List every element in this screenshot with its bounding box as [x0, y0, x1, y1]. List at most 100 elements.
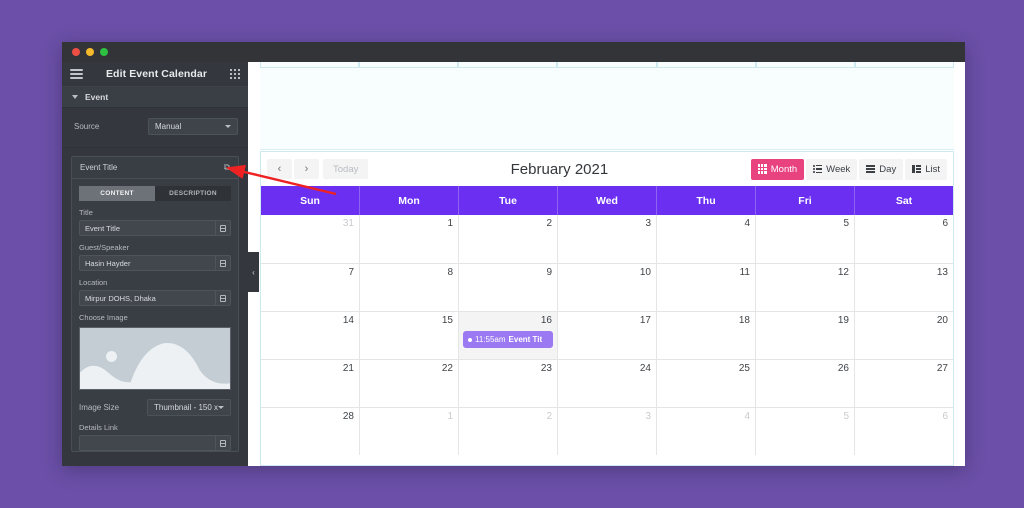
day-number: 23 [540, 363, 552, 374]
calendar-nav-group: ‹ › [267, 159, 319, 179]
editor-column [854, 62, 954, 68]
panel-collapse-handle[interactable]: ‹ [248, 252, 259, 292]
calendar-day-cell[interactable]: 28 [261, 408, 359, 455]
day-number: 27 [936, 363, 948, 374]
view-button-day[interactable]: Day [859, 158, 904, 180]
calendar-grid: 31 1 2 3 4 5 6 7 8 9 10 11 12 13 14 15 16 11:55am Event Ti… [261, 215, 953, 455]
calendar-day-cell[interactable]: 6 [854, 215, 953, 263]
maximize-icon[interactable] [100, 48, 108, 56]
guest-dynamic-tag-button[interactable] [215, 255, 231, 271]
calendar-day-cell[interactable]: 25 [656, 360, 755, 407]
calendar-day-cell[interactable]: 9 [458, 264, 557, 311]
image-size-value: Thumbnail - 150 x [154, 403, 219, 412]
editor-canvas: ‹ ‹ › Today February 2021 Month Week Day… [248, 62, 965, 466]
minimize-icon[interactable] [86, 48, 94, 56]
calendar-day-cell[interactable]: 14 [261, 312, 359, 359]
calendar-day-cell[interactable]: 6 [854, 408, 953, 455]
view-button-month[interactable]: Month [750, 158, 805, 180]
location-dynamic-tag-button[interactable] [215, 290, 231, 306]
calendar-week-row: 31 1 2 3 4 5 6 [261, 215, 953, 263]
calendar-day-cell[interactable]: 22 [359, 360, 458, 407]
location-input[interactable] [79, 290, 215, 306]
field-title-label: Title [79, 208, 93, 217]
day-number: 18 [738, 315, 750, 326]
calendar-day-cell[interactable]: 2 [458, 408, 557, 455]
calendar-day-cell[interactable]: 7 [261, 264, 359, 311]
panel-header: Edit Event Calendar [62, 62, 248, 87]
calendar-day-cell[interactable]: 27 [854, 360, 953, 407]
calendar-day-cell[interactable]: 2 [458, 215, 557, 263]
calendar-day-cell[interactable]: 24 [557, 360, 656, 407]
calendar-day-cell[interactable]: 19 [755, 312, 854, 359]
details-link-dynamic-tag-button[interactable] [215, 435, 231, 451]
day-number: 26 [837, 363, 849, 374]
view-button-month-label: Month [770, 163, 798, 175]
field-guest-input-wrap [79, 255, 231, 271]
calendar-day-cell[interactable]: 4 [656, 408, 755, 455]
event-repeater-item: Event Title ⧉ CONTENT DESCRIPTION Title [71, 156, 239, 452]
panel-scroll-area[interactable]: Source Manual Event Title ⧉ CONTENT DESC… [62, 108, 248, 466]
repeater-item-header[interactable]: Event Title ⧉ [72, 157, 238, 179]
calendar-day-cell[interactable]: 17 [557, 312, 656, 359]
day-number: 1 [447, 411, 453, 422]
grid-view-icon [757, 164, 767, 174]
hamburger-icon[interactable] [70, 69, 83, 79]
copy-icon[interactable]: ⧉ [224, 162, 230, 173]
details-link-input[interactable] [79, 435, 215, 451]
calendar-day-cell[interactable]: 16 11:55am Event Tit [458, 312, 557, 359]
calendar-day-cell[interactable]: 18 [656, 312, 755, 359]
calendar-day-cell[interactable]: 12 [755, 264, 854, 311]
prev-month-button[interactable]: ‹ [267, 159, 292, 179]
day-number: 6 [942, 411, 948, 422]
calendar-week-row: 21 22 23 24 25 26 27 [261, 359, 953, 407]
section-header-event[interactable]: Event [62, 87, 248, 108]
editor-column [359, 62, 459, 68]
grid-icon[interactable] [230, 69, 240, 79]
calendar-day-cell[interactable]: 31 [261, 215, 359, 263]
next-month-button[interactable]: › [294, 159, 319, 179]
calendar-day-cell[interactable]: 11 [656, 264, 755, 311]
calendar-day-cell[interactable]: 5 [755, 408, 854, 455]
day-number: 7 [348, 267, 354, 278]
source-select[interactable]: Manual [148, 118, 238, 135]
tab-description[interactable]: DESCRIPTION [155, 186, 231, 201]
calendar-day-cell[interactable]: 3 [557, 408, 656, 455]
calendar-day-cell[interactable]: 13 [854, 264, 953, 311]
field-title: Title [72, 208, 238, 236]
calendar-day-cell[interactable]: 23 [458, 360, 557, 407]
day-number: 3 [645, 411, 651, 422]
window-titlebar [62, 42, 965, 62]
weekday-tue: Tue [458, 186, 557, 215]
calendar-day-cell[interactable]: 10 [557, 264, 656, 311]
close-icon[interactable] [72, 48, 80, 56]
view-button-list[interactable]: List [905, 158, 947, 180]
today-button[interactable]: Today [323, 159, 369, 179]
calendar-event-chip[interactable]: 11:55am Event Tit [463, 331, 553, 348]
day-number: 25 [738, 363, 750, 374]
tab-content[interactable]: CONTENT [79, 186, 155, 201]
calendar-day-cell[interactable]: 3 [557, 215, 656, 263]
calendar-day-cell[interactable]: 26 [755, 360, 854, 407]
calendar-day-cell[interactable]: 20 [854, 312, 953, 359]
calendar-day-cell[interactable]: 8 [359, 264, 458, 311]
view-button-week[interactable]: Week [806, 158, 858, 180]
calendar-day-cell[interactable]: 5 [755, 215, 854, 263]
title-dynamic-tag-button[interactable] [215, 220, 231, 236]
calendar-day-cell[interactable]: 15 [359, 312, 458, 359]
calendar-day-cell[interactable]: 4 [656, 215, 755, 263]
field-location-input-wrap [79, 290, 231, 306]
weekday-wed: Wed [557, 186, 656, 215]
lines-icon [866, 165, 876, 173]
field-guest-label: Guest/Speaker [79, 243, 130, 252]
title-input[interactable] [79, 220, 215, 236]
weekday-sat: Sat [854, 186, 953, 215]
day-number: 3 [645, 218, 651, 229]
image-preview[interactable] [79, 327, 231, 390]
image-size-select[interactable]: Thumbnail - 150 x [147, 399, 232, 416]
calendar-day-cell[interactable]: 21 [261, 360, 359, 407]
day-number: 15 [441, 315, 453, 326]
calendar-day-cell[interactable]: 1 [359, 215, 458, 263]
field-guest-speaker: Guest/Speaker [72, 243, 238, 271]
guest-speaker-input[interactable] [79, 255, 215, 271]
calendar-day-cell[interactable]: 1 [359, 408, 458, 455]
